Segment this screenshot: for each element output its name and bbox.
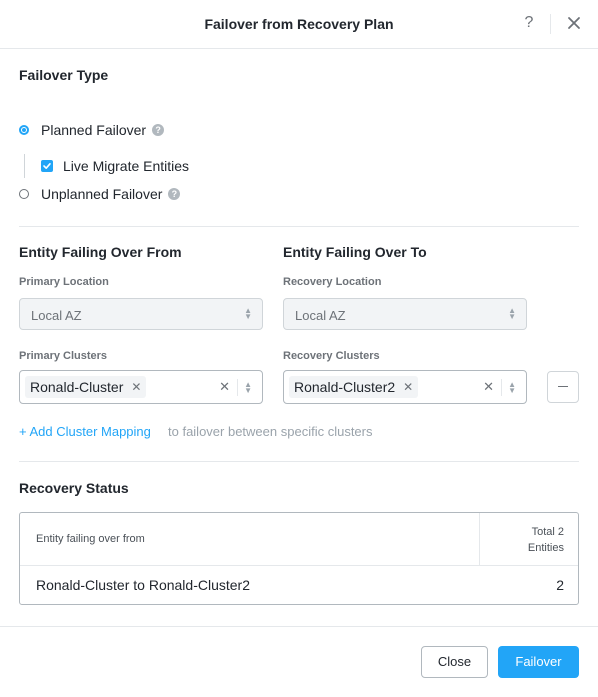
help-icon[interactable]: ? [168,188,181,200]
indent-line [24,154,25,178]
close-icon[interactable] [564,13,584,33]
cluster-tag: Ronald-Cluster ✕ [25,376,147,398]
radio-selected-icon [19,125,29,135]
table-header-entity: Entity failing over from [36,533,145,545]
table-row-name: Ronald-Cluster to Ronald-Cluster2 [36,577,250,593]
header-divider [550,14,551,34]
clear-icon[interactable]: ✕ [219,379,230,395]
failover-type-title: Failover Type [19,67,109,83]
to-title: Entity Failing Over To [283,244,427,260]
unplanned-failover-radio[interactable]: Unplanned Failover ? [19,185,181,203]
primary-location-select: Local AZ ▲ ▼ [19,298,263,330]
sort-arrows-icon: ▲ ▼ [508,306,516,321]
minus-icon [558,386,568,387]
from-title: Entity Failing Over From [19,244,182,260]
dialog-header: Failover from Recovery Plan ? [0,0,598,49]
select-separator [501,379,502,396]
live-migrate-label: Live Migrate Entities [63,158,190,174]
cluster-tag-label: Ronald-Cluster [30,379,124,395]
section-divider [19,461,579,462]
planned-failover-radio[interactable]: Planned Failover ? [19,121,165,139]
recovery-location-label: Recovery Location [283,276,382,288]
cluster-tag-label: Ronald-Cluster2 [294,379,396,395]
select-separator [237,379,238,396]
primary-location-value: Local AZ [31,308,82,323]
add-cluster-mapping-link[interactable]: + Add Cluster Mapping [19,424,151,439]
recovery-clusters-select[interactable]: Ronald-Cluster2 ✕ ✕ ▲ ▼ [283,370,527,404]
sort-arrows-icon[interactable]: ▲ ▼ [508,381,516,395]
planned-failover-label: Planned Failover [41,122,147,138]
table-header-total: Total 2 Entities [484,524,564,556]
unplanned-failover-label: Unplanned Failover [41,186,163,202]
recovery-clusters-label: Recovery Clusters [283,350,380,362]
checkbox-checked-icon [41,160,53,172]
primary-location-label: Primary Location [19,276,109,288]
add-cluster-mapping-hint: to failover between specific clusters [168,424,373,439]
primary-clusters-label: Primary Clusters [19,350,108,362]
failover-button[interactable]: Failover [498,646,579,678]
recovery-status-title: Recovery Status [19,480,129,496]
table-row-count: 2 [556,577,564,593]
recovery-status-table: Entity failing over from Total 2 Entitie… [19,512,579,605]
remove-tag-icon[interactable]: ✕ [131,380,141,394]
sort-arrows-icon[interactable]: ▲ ▼ [244,381,252,395]
footer-divider [0,626,598,627]
live-migrate-checkbox[interactable]: Live Migrate Entities [41,158,189,174]
primary-clusters-select[interactable]: Ronald-Cluster ✕ ✕ ▲ ▼ [19,370,263,404]
table-header-total-line1: Total 2 [531,526,564,538]
remove-tag-icon[interactable]: ✕ [403,380,413,394]
recovery-location-select: Local AZ ▲ ▼ [283,298,527,330]
help-button[interactable]: ? [520,14,538,34]
table-row-separator [20,565,578,566]
recovery-location-value: Local AZ [295,308,346,323]
help-icon[interactable]: ? [152,124,165,136]
close-button[interactable]: Close [421,646,488,678]
cluster-tag: Ronald-Cluster2 ✕ [289,376,419,398]
sort-arrows-icon: ▲ ▼ [244,306,252,321]
table-header-total-line2: Entities [527,542,564,554]
dialog-title: Failover from Recovery Plan [204,16,394,32]
table-header-separator [479,513,480,565]
clear-icon[interactable]: ✕ [483,379,494,395]
remove-mapping-button[interactable] [547,371,579,403]
section-divider [19,226,579,227]
radio-unselected-icon [19,189,29,199]
